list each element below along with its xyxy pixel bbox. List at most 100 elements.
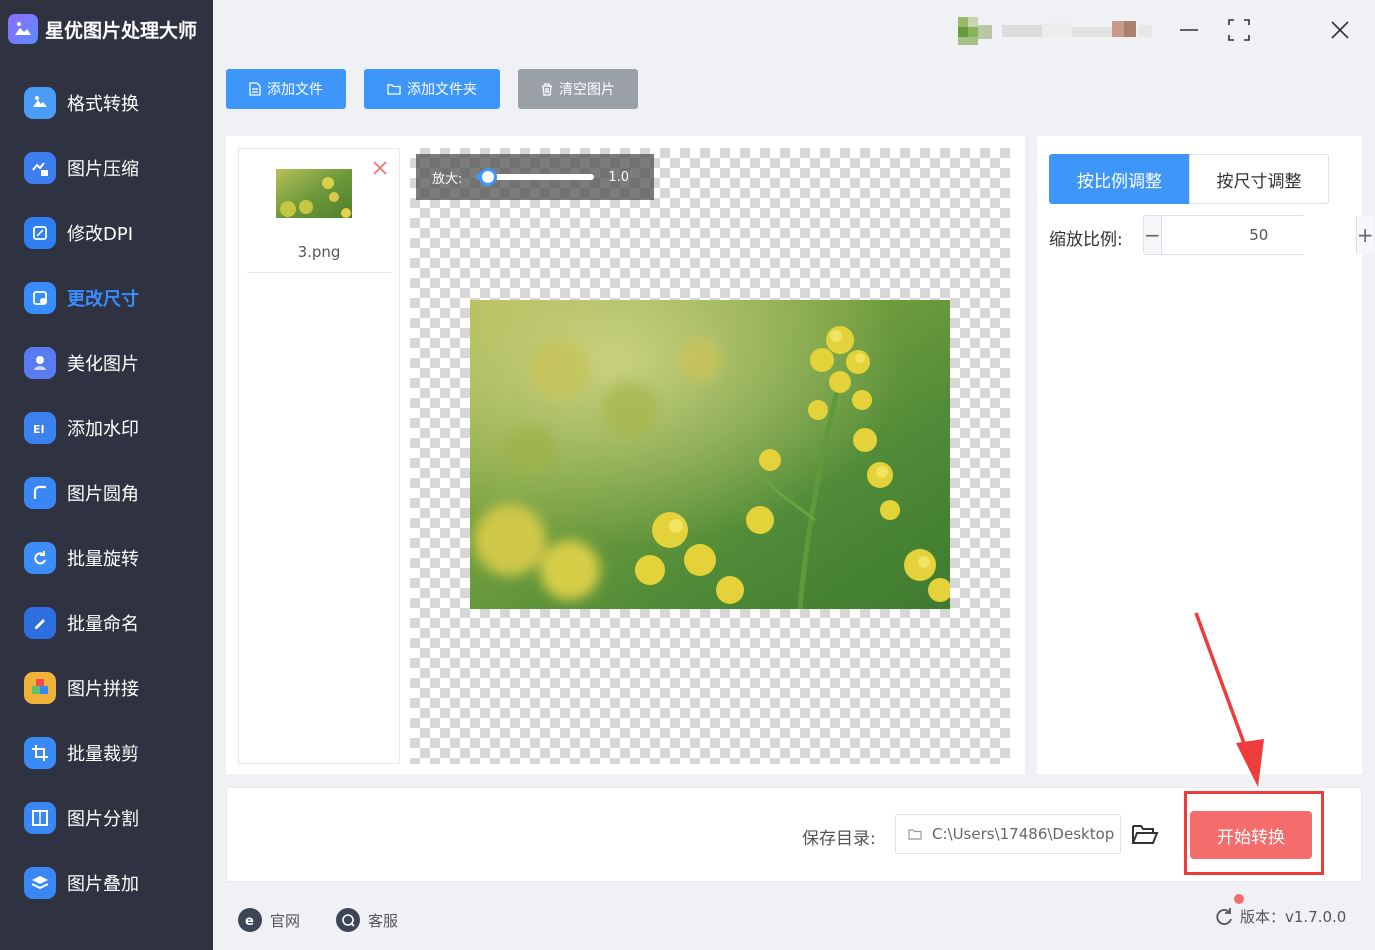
rename-icon — [24, 606, 56, 639]
add-file-label: 添加文件 — [267, 82, 323, 98]
sidebar-item-4[interactable]: 更改尺寸 — [0, 265, 213, 330]
output-panel: 保存目录: C:\Users\17486\Desktop 开始转换 — [226, 787, 1362, 882]
crop-icon — [24, 736, 56, 769]
sidebar-item-label: 格式转换 — [67, 93, 139, 115]
add-file-button[interactable]: 添加文件 — [226, 69, 346, 109]
scale-label: 缩放比例: — [1049, 230, 1123, 250]
puzzle-icon — [24, 671, 56, 704]
sidebar-item-label: 批量旋转 — [67, 548, 139, 570]
scale-stepper: − + — [1143, 215, 1374, 255]
version-label: 版本：v1.7.0.0 — [1240, 908, 1347, 926]
zoom-slider[interactable] — [476, 168, 595, 186]
save-dir-field[interactable]: C:\Users\17486\Desktop — [895, 814, 1121, 854]
save-dir-path: C:\Users\17486\Desktop — [932, 825, 1115, 843]
sidebar-item-12[interactable]: 图片分割 — [0, 785, 213, 850]
website-label: 官网 — [270, 911, 301, 930]
clear-images-button[interactable]: 清空图片 — [518, 69, 638, 109]
trash-icon — [542, 82, 552, 96]
tab-resize-by-size[interactable]: 按尺寸调整 — [1189, 154, 1329, 204]
folder-open-icon — [1132, 825, 1159, 844]
scale-input[interactable] — [1160, 216, 1357, 254]
clear-images-label: 清空图片 — [559, 82, 615, 98]
folder-icon — [908, 829, 922, 840]
settings-panel: 按比例调整 按尺寸调整 缩放比例: − + — [1037, 136, 1374, 774]
sidebar-item-label: 批量命名 — [67, 613, 139, 635]
start-convert-button[interactable]: 开始转换 — [1190, 811, 1312, 859]
app-header: 星优图片处理大师 — [0, 0, 213, 58]
zoom-slider-handle[interactable] — [479, 168, 498, 186]
sidebar-item-9[interactable]: 批量命名 — [0, 590, 213, 655]
dpi-icon — [24, 216, 56, 249]
zoom-control: 放大: 1.0 — [416, 154, 654, 200]
sidebar-item-13[interactable]: 图片叠加 — [0, 850, 213, 915]
remove-file-button[interactable] — [371, 159, 389, 177]
sidebar-item-label: 批量裁剪 — [67, 743, 139, 765]
beautify-icon — [24, 346, 56, 379]
sidebar-item-label: 图片圆角 — [67, 483, 139, 505]
image-preview[interactable]: 放大: 1.0 — [410, 148, 1010, 764]
tab-resize-by-ratio[interactable]: 按比例调整 — [1049, 154, 1190, 204]
zoom-value: 1.0 — [608, 169, 630, 185]
ie-icon: e — [238, 908, 262, 932]
support-link[interactable]: 客服 — [336, 907, 398, 933]
sidebar-item-label: 修改DPI — [67, 223, 134, 245]
sidebar-item-label: 图片分割 — [67, 808, 139, 830]
sidebar-item-label: 更改尺寸 — [67, 288, 139, 310]
chat-icon — [336, 908, 360, 932]
version-info[interactable]: 版本：v1.7.0.0 — [1214, 894, 1347, 927]
layers-icon — [24, 866, 56, 899]
rotate-icon — [24, 541, 56, 574]
sidebar-item-8[interactable]: 批量旋转 — [0, 525, 213, 590]
file-name: 3.png — [297, 243, 341, 261]
zoom-label: 放大: — [432, 171, 463, 187]
svg-text:e: e — [245, 914, 254, 927]
format-convert-icon — [24, 86, 56, 119]
sidebar-item-label: 美化图片 — [67, 353, 139, 375]
svg-text:EI: EI — [33, 423, 45, 436]
sidebar-item-2[interactable]: 图片压缩 — [0, 135, 213, 200]
resize-icon — [24, 281, 56, 314]
increase-button[interactable]: + — [1356, 216, 1374, 254]
update-badge — [1234, 894, 1244, 904]
minimize-button[interactable] — [1171, 14, 1207, 46]
sidebar-item-label: 图片拼接 — [67, 678, 139, 700]
main-panel: 3.png 放大: 1.0 — [226, 136, 1025, 774]
sidebar-item-6[interactable]: EI 添加水印 — [0, 395, 213, 460]
split-icon — [24, 801, 56, 834]
app-logo-icon — [8, 14, 38, 44]
sidebar-item-7[interactable]: 图片圆角 — [0, 460, 213, 525]
sidebar-item-11[interactable]: 批量裁剪 — [0, 720, 213, 785]
close-button[interactable] — [1322, 14, 1358, 46]
sidebar-item-5[interactable]: 美化图片 — [0, 330, 213, 395]
sidebar-item-label: 添加水印 — [67, 418, 139, 440]
save-dir-label: 保存目录: — [802, 829, 876, 849]
refresh-icon — [1216, 907, 1232, 925]
maximize-icon — [1228, 19, 1250, 41]
folder-icon — [387, 84, 401, 95]
compress-icon — [24, 151, 56, 184]
support-label: 客服 — [368, 911, 399, 930]
file-icon — [249, 82, 261, 96]
browse-folder-button[interactable] — [1131, 822, 1159, 846]
sidebar-nav: 格式转换图片压缩修改DPI 更改尺寸美化图片 EI 添加水印图片圆角批量旋转批量命名图… — [0, 70, 213, 915]
user-account-area[interactable] — [958, 16, 1168, 46]
app-title: 星优图片处理大师 — [45, 19, 198, 42]
watermark-icon: EI — [24, 411, 56, 444]
sidebar-item-3[interactable]: 修改DPI — [0, 200, 213, 265]
file-list: 3.png — [238, 148, 400, 764]
round-corner-icon — [24, 476, 56, 509]
add-folder-button[interactable]: 添加文件夹 — [364, 69, 500, 109]
sidebar-item-1[interactable]: 格式转换 — [0, 70, 213, 135]
sidebar-item-10[interactable]: 图片拼接 — [0, 655, 213, 720]
maximize-button[interactable] — [1221, 14, 1257, 46]
close-icon — [1331, 21, 1349, 39]
add-folder-label: 添加文件夹 — [407, 82, 477, 98]
title-bar — [213, 0, 1375, 58]
sidebar: 星优图片处理大师 格式转换图片压缩修改DPI 更改尺寸美化图片 EI 添加水印图片圆角… — [0, 0, 213, 950]
website-link[interactable]: e 官网 — [238, 907, 300, 933]
decrease-button[interactable]: − — [1144, 216, 1161, 254]
avatar — [958, 17, 1152, 45]
file-thumbnail — [276, 169, 352, 218]
list-item[interactable]: 3.png — [247, 149, 391, 273]
sidebar-item-label: 图片叠加 — [67, 873, 139, 895]
